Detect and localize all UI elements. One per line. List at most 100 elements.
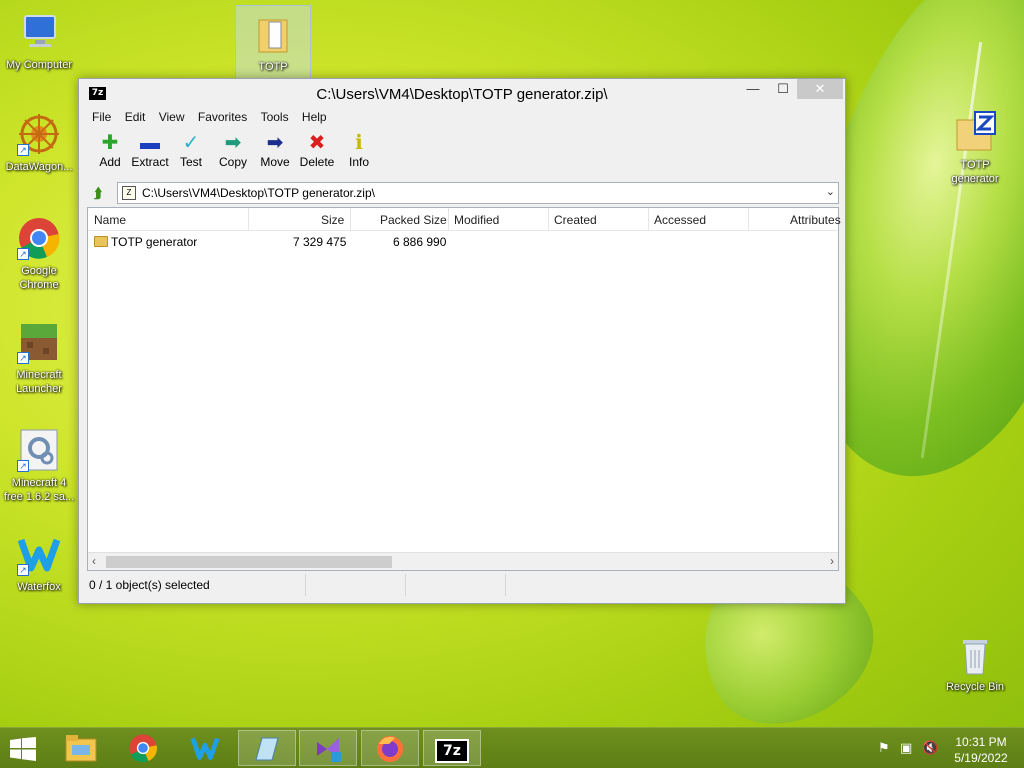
column-accessed[interactable]: Accessed [654,213,706,227]
taskbar-chrome[interactable] [114,730,172,766]
file-name: TOTP generator [111,235,198,249]
up-folder-button[interactable]: ⮭ [87,184,109,202]
column-attributes[interactable]: Attributes [790,213,841,227]
shortcut-arrow-icon: ↗ [17,352,29,364]
desktop-icon-label: Recycle Bin [945,681,1005,693]
desktop-icon-recycle-bin[interactable]: Recycle Bin [937,632,1013,694]
status-bar: 0 / 1 object(s) selected [87,574,839,596]
volume-muted-icon[interactable]: 🔇 [922,740,938,756]
windows-logo-icon [10,737,36,761]
desktop-icon-waterfox[interactable]: ↗ Waterfox [1,532,77,594]
menu-help[interactable]: Help [297,110,332,124]
taskbar-7zip[interactable]: 7z [423,730,481,766]
desktop-icon-label: Minecraft 4 free 1.6.2 sa... [3,477,75,503]
network-icon[interactable]: ▣ [900,740,912,756]
maximize-button[interactable]: ☐ [769,79,797,99]
taskbar-waterfox[interactable] [176,730,234,766]
delete-button[interactable]: ✖ Delete [294,131,340,169]
extract-button-label: Extract [131,155,169,169]
desktop-icon-label: TOTP generator [951,159,999,185]
move-arrow-icon: ➡ [266,132,284,154]
taskbar-visual-studio-installer[interactable] [299,730,357,766]
waterfox-icon: ↗ [17,532,61,576]
shortcut-arrow-icon: ↗ [17,460,29,472]
file-list[interactable]: Name Size Packed Size Modified Created A… [87,207,841,571]
menu-favorites[interactable]: Favorites [193,110,252,124]
column-divider[interactable] [748,208,749,231]
desktop-icon-minecraft-launcher[interactable]: ↗ Minecraft Launcher [1,320,77,396]
extract-button[interactable]: ▬ Extract [127,131,173,169]
test-button-label: Test [179,155,202,169]
menu-bar: File Edit View Favorites Tools Help [87,110,332,128]
desktop-icon-label: TOTP [258,61,288,73]
shortcut-arrow-icon: ↗ [17,564,29,576]
column-packed-size[interactable]: Packed Size [380,213,447,227]
action-center-flag-icon[interactable]: ⚑ [878,740,890,756]
address-bar[interactable]: Z C:\Users\VM4\Desktop\TOTP generator.zi… [117,182,839,204]
sevenzip-window: 7z C:\Users\VM4\Desktop\TOTP generator.z… [78,78,846,604]
scroll-right-icon[interactable]: › [830,554,834,568]
column-header-row: Name Size Packed Size Modified Created A… [88,208,841,231]
copy-button[interactable]: ➡ Copy [210,131,256,169]
horizontal-scrollbar[interactable]: ‹ › [88,552,838,570]
move-button[interactable]: ➡ Move [252,131,298,169]
archive-icon: Z [122,186,136,200]
title-bar[interactable]: 7z C:\Users\VM4\Desktop\TOTP generator.z… [79,79,845,109]
info-button[interactable]: ℹ Info [336,131,382,169]
desktop-icon-minecraft-4-free[interactable]: ↗ Minecraft 4 free 1.6.2 sa... [1,428,77,504]
file-row[interactable]: TOTP generator 7 329 475 6 886 990 [88,234,838,252]
desktop-icon-label: My Computer [5,59,73,71]
column-name[interactable]: Name [94,213,126,227]
file-size: 7 329 475 [293,235,347,249]
column-divider[interactable] [548,208,549,231]
desktop-icon-label: DataWagon... [5,161,73,173]
menu-tools[interactable]: Tools [256,110,294,124]
menu-edit[interactable]: Edit [120,110,151,124]
selection-status: 0 / 1 object(s) selected [89,578,210,592]
notepad-icon [255,737,279,761]
scroll-left-icon[interactable]: ‹ [92,554,96,568]
copy-button-label: Copy [218,155,247,169]
shortcut-arrow-icon: ↗ [17,248,29,260]
column-divider[interactable] [248,208,249,231]
desktop-icon-totp-folder[interactable]: TOTP [235,5,311,79]
datawagon-icon: ↗ [17,112,61,156]
chrome-icon [129,734,157,763]
close-button[interactable]: ✕ [797,79,843,99]
desktop-icon-google-chrome[interactable]: ↗ Google Chrome [1,216,77,292]
chevron-down-icon[interactable]: ⌄ [826,185,835,198]
taskbar-firefox[interactable] [361,730,419,766]
minimize-button[interactable]: — [739,79,767,99]
start-button[interactable] [8,737,38,761]
clock[interactable]: 10:31 PM 5/19/2022 [946,734,1016,766]
column-size[interactable]: Size [321,213,344,227]
visual-studio-icon [317,738,341,762]
column-divider[interactable] [648,208,649,231]
taskbar-file-explorer[interactable] [52,730,110,766]
desktop-icon-label: Google Chrome [19,265,59,291]
taskbar-notepad[interactable] [238,730,296,766]
waterfox-icon [190,737,220,760]
desktop-icon-label: Waterfox [17,581,61,593]
menu-file[interactable]: File [87,110,116,124]
taskbar: 7z ⚑ ▣ 🔇 10:31 PM 5/19/2022 [0,727,1024,768]
desktop-icon-totp-generator-zip[interactable]: TOTP generator [937,110,1013,186]
column-created[interactable]: Created [554,213,597,227]
desktop-icon-my-computer[interactable]: My Computer [1,10,77,72]
menu-view[interactable]: View [154,110,190,124]
system-tray: ⚑ ▣ 🔇 10:31 PM 5/19/2022 [864,728,1024,768]
scroll-thumb[interactable] [106,556,392,568]
move-button-label: Move [260,155,290,169]
column-divider[interactable] [350,208,351,231]
status-divider [405,574,406,596]
shortcut-arrow-icon: ↗ [17,144,29,156]
test-button[interactable]: ✓ Test [168,131,214,169]
window-title: C:\Users\VM4\Desktop\TOTP generator.zip\ [316,86,608,103]
zip-folder-icon [953,110,997,154]
info-icon: ℹ [355,132,363,154]
column-divider[interactable] [448,208,449,231]
column-modified[interactable]: Modified [454,213,499,227]
minecraft-block-icon: ↗ [17,320,61,364]
desktop-icon-datawagon[interactable]: ↗ DataWagon... [1,112,77,174]
address-path: C:\Users\VM4\Desktop\TOTP generator.zip\ [142,186,375,200]
